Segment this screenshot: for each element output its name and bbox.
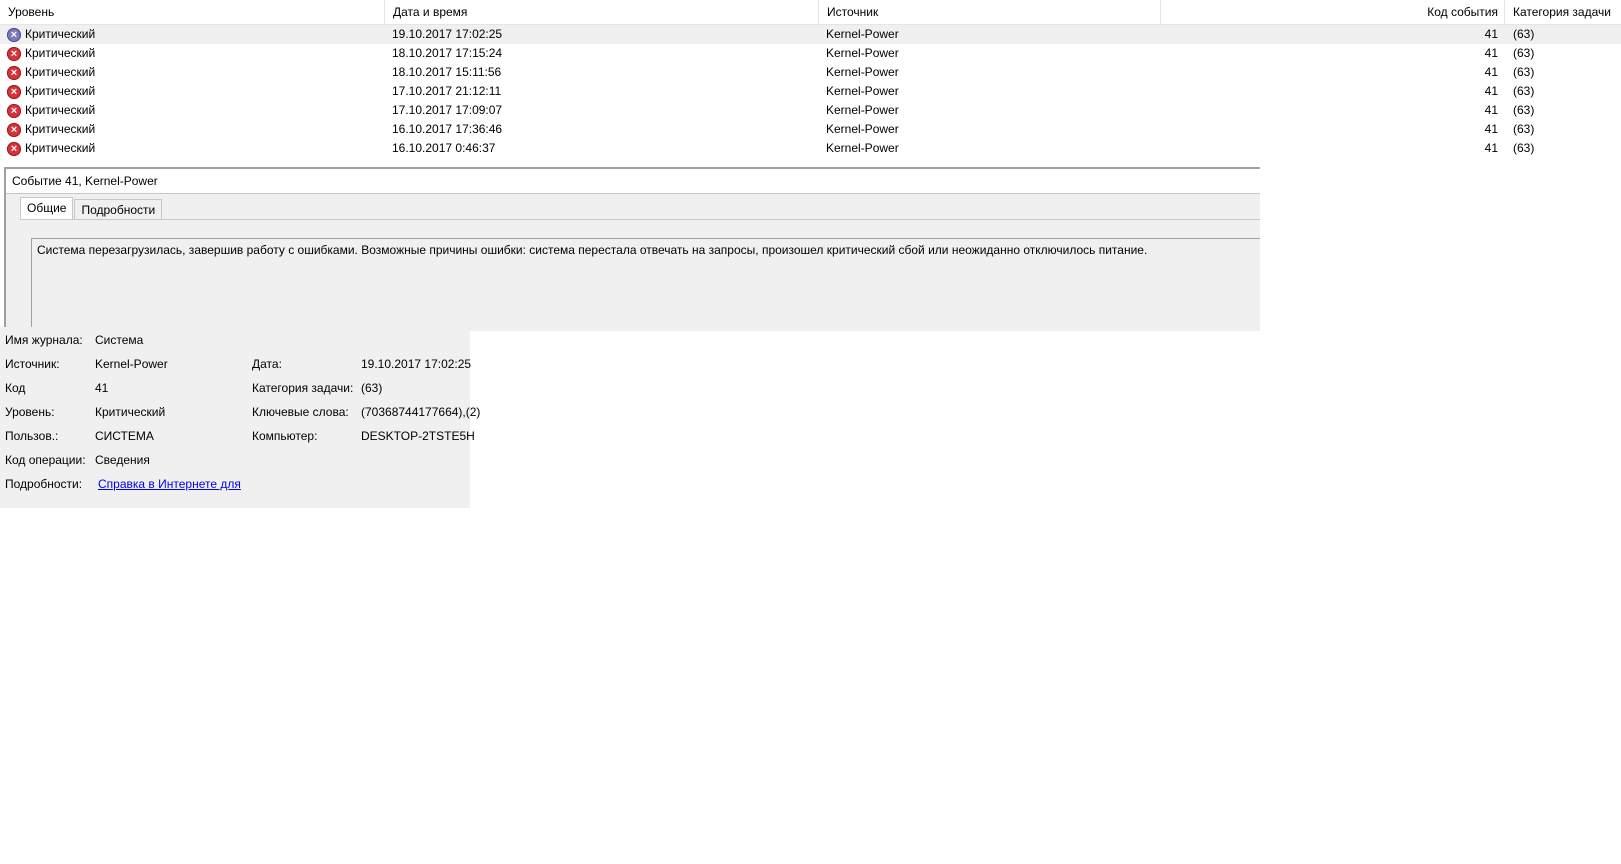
table-header: Уровень Дата и время Источник Код событи… — [0, 0, 1621, 25]
row-level: Критический — [25, 65, 96, 79]
row-datetime: 17.10.2017 17:09:07 — [392, 103, 503, 117]
row-category: (63) — [1513, 46, 1535, 60]
row-code: 41 — [1484, 46, 1498, 60]
error-icon: × — [7, 141, 21, 156]
row-source: Kernel-Power — [826, 65, 899, 79]
row-code: 41 — [1484, 103, 1498, 117]
column-header-level[interactable]: Уровень — [0, 0, 385, 24]
row-code: 41 — [1484, 27, 1498, 41]
error-icon: × — [7, 122, 21, 137]
online-help-link[interactable]: Справка в Интернете для — [98, 476, 241, 492]
date-value[interactable]: 19.10.2017 17:02:25 — [361, 356, 471, 372]
error-icon: × — [7, 84, 21, 99]
code-label: Код — [5, 381, 26, 395]
opcode-label: Код операции: — [5, 453, 86, 467]
row-code: 41 — [1484, 141, 1498, 155]
row-level: Критический — [25, 46, 96, 60]
table-row[interactable]: × Критический 18.10.2017 15:11:56 Kernel-… — [0, 63, 1621, 82]
row-source: Kernel-Power — [826, 46, 899, 60]
date-label: Дата: — [252, 357, 282, 371]
row-level: Критический — [25, 103, 96, 117]
event-properties: Имя журнала: Система Источник: Kernel-Po… — [0, 327, 480, 508]
user-value[interactable]: СИСТЕМА — [95, 428, 154, 444]
error-icon: × — [7, 46, 21, 61]
column-header-datetime[interactable]: Дата и время — [385, 0, 819, 24]
row-category: (63) — [1513, 27, 1535, 41]
opcode-value[interactable]: Сведения — [95, 452, 150, 468]
table-row[interactable]: × Критический 19.10.2017 17:02:25 Kernel-… — [0, 25, 1621, 44]
row-datetime: 16.10.2017 0:46:37 — [392, 141, 496, 155]
details-title: Событие 41, Kernel-Power — [6, 169, 1260, 194]
table-row[interactable]: × Критический 17.10.2017 21:12:11 Kernel-… — [0, 82, 1621, 101]
event-table: Уровень Дата и время Источник Код событи… — [0, 0, 1621, 158]
row-datetime: 17.10.2017 21:12:11 — [392, 84, 502, 98]
keywords-value[interactable]: (70368744177664),(2) — [361, 404, 480, 420]
row-level: Критический — [25, 84, 96, 98]
row-level: Критический — [25, 27, 96, 41]
task-category-value[interactable]: (63) — [361, 380, 382, 396]
row-level: Критический — [25, 122, 96, 136]
table-row[interactable]: × Критический 18.10.2017 17:15:24 Kernel-… — [0, 44, 1621, 63]
source-value[interactable]: Kernel-Power — [95, 356, 168, 372]
level-label: Уровень: — [5, 405, 55, 419]
level-value[interactable]: Критический — [95, 404, 165, 420]
tab-details[interactable]: Подробности — [74, 199, 163, 219]
event-details-panel: Событие 41, Kernel-Power Общие Подробнос… — [4, 167, 1260, 331]
row-code: 41 — [1484, 122, 1498, 136]
task-category-label: Категория задачи: — [252, 381, 354, 395]
row-source: Kernel-Power — [826, 27, 899, 41]
row-datetime: 16.10.2017 17:36:46 — [392, 122, 503, 136]
code-value[interactable]: 41 — [95, 380, 108, 396]
row-level: Критический — [25, 141, 96, 155]
details-tabs: Общие Подробности — [20, 197, 163, 219]
row-code: 41 — [1484, 65, 1498, 79]
row-category: (63) — [1513, 65, 1535, 79]
source-label: Источник: — [5, 357, 60, 371]
log-name-value[interactable]: Система — [95, 332, 143, 348]
row-source: Kernel-Power — [826, 103, 899, 117]
row-datetime: 18.10.2017 15:11:56 — [392, 65, 502, 79]
row-datetime: 18.10.2017 17:15:24 — [392, 46, 503, 60]
row-source: Kernel-Power — [826, 141, 899, 155]
row-category: (63) — [1513, 103, 1535, 117]
row-source: Kernel-Power — [826, 122, 899, 136]
tab-divider — [20, 219, 1260, 220]
row-code: 41 — [1484, 84, 1498, 98]
tab-general[interactable]: Общие — [20, 197, 74, 219]
table-row[interactable]: × Критический 16.10.2017 17:36:46 Kernel-… — [0, 120, 1621, 139]
table-row[interactable]: × Критический 16.10.2017 0:46:37 Kernel-P… — [0, 139, 1621, 158]
error-icon: × — [7, 27, 21, 42]
user-label: Пользов.: — [5, 429, 59, 443]
row-source: Kernel-Power — [826, 84, 899, 98]
error-icon: × — [7, 103, 21, 118]
table-row[interactable]: × Критический 17.10.2017 17:09:07 Kernel-… — [0, 101, 1621, 120]
keywords-label: Ключевые слова: — [252, 405, 349, 419]
row-category: (63) — [1513, 84, 1535, 98]
log-name-label: Имя журнала: — [5, 333, 83, 347]
row-category: (63) — [1513, 141, 1535, 155]
column-header-event-code[interactable]: Код события — [1161, 0, 1505, 24]
column-header-source[interactable]: Источник — [819, 0, 1161, 24]
more-info-label: Подробности: — [5, 477, 83, 491]
table-body: × Критический 19.10.2017 17:02:25 Kernel-… — [0, 25, 1621, 158]
computer-value[interactable]: DESKTOP-2TSTE5H — [361, 428, 475, 444]
error-icon: × — [7, 65, 21, 80]
event-description[interactable]: Система перезагрузилась, завершив работу… — [31, 238, 1260, 331]
row-category: (63) — [1513, 122, 1535, 136]
row-datetime: 19.10.2017 17:02:25 — [392, 27, 503, 41]
column-header-task-category[interactable]: Категория задачи — [1505, 0, 1621, 24]
computer-label: Компьютер: — [252, 429, 318, 443]
